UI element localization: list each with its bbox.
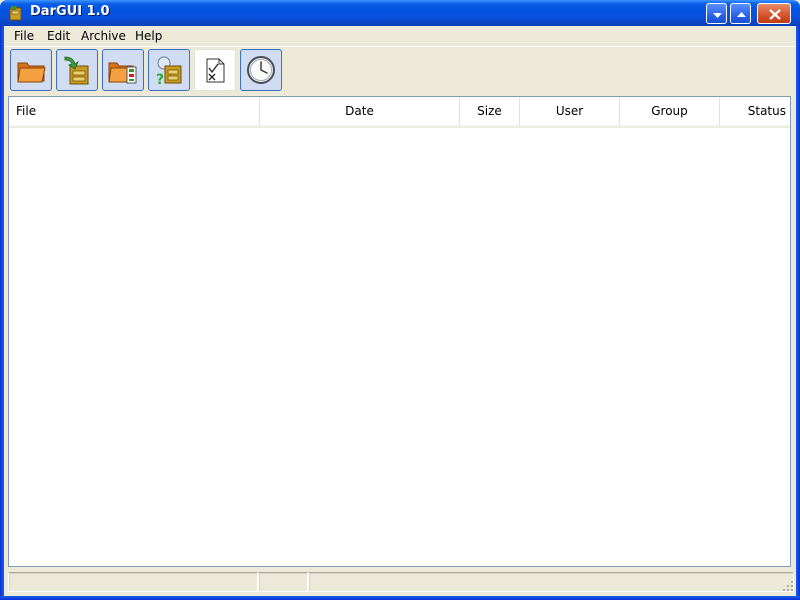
archive-extract-icon [64,56,89,85]
menu-help[interactable]: Help [129,27,168,45]
menu-archive[interactable]: Archive [75,27,132,45]
menu-bar: File Edit Archive Help [4,26,796,46]
create-archive-button[interactable] [102,49,144,91]
archive-test-icon: ? [156,56,182,86]
minimize-button[interactable] [706,3,727,24]
extract-archive-button[interactable] [56,49,98,91]
menu-file[interactable]: File [8,27,40,45]
clock-icon [247,56,275,84]
document-check-icon [206,58,225,83]
close-button[interactable] [757,3,791,24]
status-pane-3 [308,572,794,592]
window-title: DarGUI 1.0 [30,4,110,19]
maximize-icon [737,12,746,17]
menu-edit[interactable]: Edit [41,27,76,45]
archive-box-icon [8,5,24,21]
file-list[interactable]: File Date Size User Group Status [8,96,791,567]
maximize-button[interactable] [730,3,751,24]
column-date[interactable]: Date [260,97,460,126]
column-size[interactable]: Size [460,97,520,126]
window-frame-left [0,26,4,600]
compare-button[interactable] [194,49,236,91]
status-pane-2 [258,572,308,592]
column-group[interactable]: Group [620,97,720,126]
resize-grip-icon[interactable] [782,580,794,592]
status-pane-1 [8,572,258,592]
app-window: DarGUI 1.0 File Edit Archive Help ? File… [0,0,800,600]
svg-text:?: ? [156,72,164,86]
toolbar: ? [4,47,796,95]
close-icon [769,9,781,20]
column-file[interactable]: File [9,97,260,126]
column-status[interactable]: Status [720,97,790,126]
folder-icon [17,62,46,83]
title-bar[interactable]: DarGUI 1.0 [0,0,800,26]
minimize-icon [713,13,722,18]
open-folder-button[interactable] [10,49,52,91]
schedule-button[interactable] [240,49,282,91]
window-frame-right [796,26,800,600]
folder-archive-icon [108,62,137,84]
list-header: File Date Size User Group Status [9,97,790,128]
column-user[interactable]: User [520,97,620,126]
status-bar [4,570,796,594]
window-frame-bottom [0,596,800,600]
test-archive-button[interactable]: ? [148,49,190,91]
